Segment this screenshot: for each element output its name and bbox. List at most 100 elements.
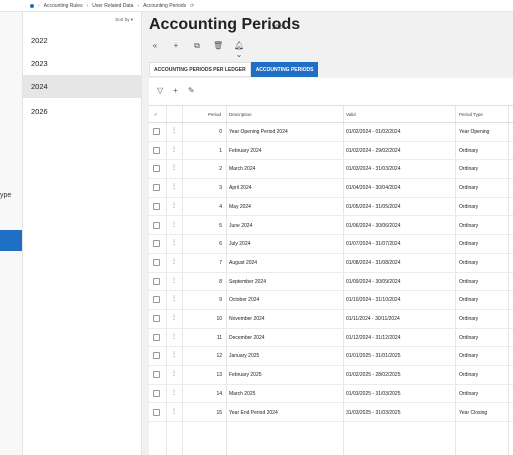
table-row[interactable]: ⋮ 1 February 2024 01/02/2024 - 29/02/2024 Or… — [149, 142, 513, 161]
table-row[interactable]: ⋮ 8 September 2024 01/09/2024 - 30/09/2024 O… — [149, 273, 513, 292]
row-checkbox[interactable] — [153, 165, 160, 173]
notify-icon[interactable]: 🔔︎⌄ — [234, 41, 244, 59]
table-row[interactable]: ⋮ 13 February 2025 01/02/2025 - 28/02/2025 O… — [149, 366, 513, 385]
row-checkbox[interactable] — [153, 408, 160, 416]
row-menu-icon[interactable]: ⋮ — [171, 351, 177, 358]
table-row[interactable]: ⋮ 15 Year End Period 2024 31/03/2025 - 31/0… — [149, 404, 513, 423]
left-nav-label: ype — [0, 192, 12, 199]
table-row[interactable]: ⋮ 12 January 2025 01/01/2025 - 31/01/2025 Or… — [149, 347, 513, 367]
table-row[interactable]: ⋮ 7 August 2024 01/08/2024 - 31/08/2024 Ordi… — [149, 254, 513, 273]
row-checkbox[interactable] — [153, 258, 160, 266]
row-menu-icon[interactable]: ⋮ — [171, 183, 177, 190]
row-checkbox[interactable] — [153, 389, 160, 397]
collapse-icon[interactable]: « — [150, 41, 160, 59]
breadcrumb-item-user-related-data[interactable]: User Related Data — [92, 3, 133, 9]
year-item-2024[interactable]: 2024 — [23, 75, 142, 98]
row-checkbox[interactable] — [153, 184, 160, 192]
table-row[interactable]: ⋮ 6 July 2024 01/07/2024 - 31/07/2024 Ordina… — [149, 235, 513, 254]
table-row[interactable]: ⋮ 5 June 2024 01/06/2024 - 30/06/2024 Ordina… — [149, 217, 513, 236]
row-checkbox[interactable] — [153, 277, 160, 285]
row-checkbox[interactable] — [153, 221, 160, 229]
row-menu-icon[interactable]: ⋮ — [171, 314, 177, 321]
table-row[interactable]: ⋮ 14 March 2025 01/03/2025 - 31/03/2025 Ordi… — [149, 385, 513, 404]
row-checkbox[interactable] — [153, 146, 160, 154]
row-menu-icon[interactable]: ⋮ — [171, 127, 177, 134]
cell-description: September 2024 — [229, 278, 266, 285]
row-checkbox[interactable] — [153, 333, 160, 341]
row-checkbox[interactable] — [153, 202, 160, 210]
add-row-icon[interactable]: + — [173, 86, 178, 95]
cell-period: 10 — [216, 316, 222, 322]
breadcrumb-item-accounting-rules[interactable]: Accounting Rules — [44, 3, 83, 9]
cell-description: December 2024 — [229, 334, 265, 341]
row-menu-icon[interactable]: ⋮ — [171, 202, 177, 209]
table-row[interactable]: ⋮ 9 October 2024 01/10/2024 - 31/10/2024 Ord… — [149, 291, 513, 310]
row-menu-icon[interactable]: ⋮ — [171, 239, 177, 246]
row-menu-icon[interactable]: ⋮ — [171, 277, 177, 284]
row-checkbox[interactable] — [153, 352, 160, 360]
cell-period-type: Ordinary — [459, 278, 479, 285]
table-row[interactable]: ⋮ 0 Year Opening Period 2024 01/02/2024 - 0… — [149, 123, 513, 142]
cell-description: Year End Period 2024 — [229, 409, 278, 416]
cell-valid: 01/08/2024 - 31/08/2024 — [346, 259, 401, 266]
table-row[interactable]: ⋮ 11 December 2024 01/12/2024 - 31/12/2024 O… — [149, 329, 513, 348]
copy-icon[interactable]: ⧉ — [192, 41, 202, 59]
filter-icon[interactable]: ▽ — [157, 86, 163, 95]
row-menu-icon[interactable]: ⋮ — [171, 164, 177, 171]
column-header-valid[interactable]: Valid — [346, 112, 356, 117]
cell-period-type: Ordinary — [459, 297, 479, 304]
column-header-description[interactable]: Description — [229, 112, 252, 117]
row-menu-icon[interactable]: ⋮ — [171, 408, 177, 415]
cell-description: October 2024 — [229, 297, 260, 304]
sort-by-dropdown[interactable]: Sort by ▾ — [115, 17, 133, 23]
table-row[interactable]: ⋮ 4 May 2024 01/05/2024 - 31/05/2024 Ordinar… — [149, 198, 513, 217]
column-header-period-type[interactable]: Period Type — [459, 112, 483, 117]
cell-description: February 2025 — [229, 372, 262, 379]
cell-period: 12 — [216, 353, 222, 360]
edit-icon[interactable]: ✎ — [188, 86, 195, 95]
delete-icon[interactable]: 🗑 — [213, 41, 223, 59]
row-checkbox[interactable] — [153, 296, 160, 304]
cell-description: August 2024 — [229, 259, 258, 266]
row-menu-icon[interactable]: ⋮ — [171, 146, 177, 153]
row-checkbox[interactable] — [153, 128, 160, 135]
cell-valid: 01/04/2024 - 30/04/2024 — [346, 185, 401, 192]
cell-description: March 2024 — [229, 166, 256, 173]
cell-description: July 2024 — [229, 241, 251, 248]
row-checkbox[interactable] — [153, 371, 160, 379]
home-icon[interactable] — [30, 3, 34, 8]
chevron-right-icon: › — [137, 2, 140, 9]
cell-period: 14 — [216, 390, 222, 397]
row-menu-icon[interactable]: ⋮ — [171, 389, 177, 396]
refresh-icon[interactable]: ⟳ — [190, 3, 194, 9]
cell-period-type: Ordinary — [459, 259, 479, 266]
cell-period-type: Ordinary — [459, 166, 479, 173]
cell-valid: 01/11/2024 - 30/11/2024 — [346, 316, 400, 322]
row-menu-icon[interactable]: ⋮ — [171, 295, 177, 302]
left-nav-selected-item[interactable] — [0, 230, 22, 251]
table-row[interactable]: ⋮ 10 November 2024 01/11/2024 - 30/11/2024 O… — [149, 310, 513, 329]
row-menu-icon[interactable]: ⋮ — [171, 258, 177, 265]
row-menu-icon[interactable]: ⋮ — [171, 221, 177, 228]
row-menu-icon[interactable]: ⋮ — [171, 333, 177, 340]
row-menu-icon[interactable]: ⋮ — [171, 370, 177, 377]
cell-period-type: Ordinary — [459, 316, 479, 322]
cell-period: 15 — [216, 409, 222, 416]
row-checkbox[interactable] — [153, 315, 160, 322]
add-icon[interactable]: + — [171, 41, 181, 59]
cell-period-type: Ordinary — [459, 353, 479, 360]
cell-period: 6 — [219, 241, 222, 248]
select-all-check-icon[interactable]: ✓ — [154, 112, 158, 118]
year-item-2026[interactable]: 2026 — [23, 100, 142, 123]
cell-period: 8 — [219, 278, 222, 285]
year-selector[interactable]: 2024 ▾ — [272, 24, 290, 31]
tab-accounting-periods[interactable]: ACCOUNTING PERIODS — [250, 62, 319, 77]
row-checkbox[interactable] — [153, 240, 160, 248]
column-header-period[interactable]: Period — [208, 112, 221, 117]
table-row[interactable]: ⋮ 2 March 2024 01/03/2024 - 31/03/2024 Ordin… — [149, 160, 513, 180]
table-row[interactable]: ⋮ 3 April 2024 01/04/2024 - 30/04/2024 Ordin… — [149, 179, 513, 198]
year-item-2023[interactable]: 2023 — [23, 52, 142, 75]
year-item-2022[interactable]: 2022 — [23, 29, 142, 52]
tab-accounting-periods-per-ledger[interactable]: ACCOUNTING PERIODS PER LEDGER — [149, 62, 251, 77]
breadcrumb-item-accounting-periods: Accounting Periods — [143, 2, 187, 9]
